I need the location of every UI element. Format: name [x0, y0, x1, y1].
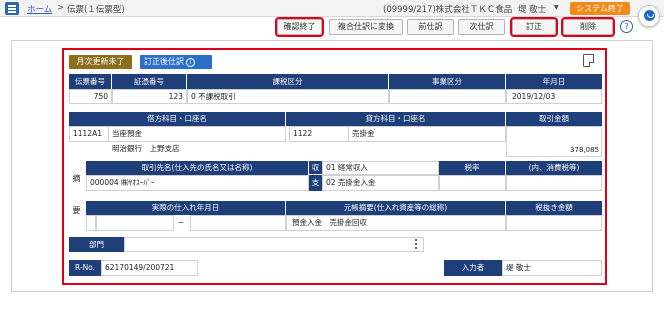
department-field[interactable]: [124, 237, 424, 252]
purchase-date-from-era[interactable]: [86, 215, 96, 231]
purchase-date-from[interactable]: [96, 215, 174, 231]
date-field[interactable]: 2019/12/03: [506, 89, 602, 104]
kind-out-label: 支: [309, 175, 322, 191]
prev-entry-button[interactable]: 前仕訳: [407, 19, 454, 35]
more-options-icon[interactable]: [412, 237, 420, 251]
company-name: (09999/217)株式会社ＴＫＣ食品: [383, 5, 513, 15]
evidence-no-header: 証憑番号: [112, 74, 187, 89]
date-header: 年月日: [506, 74, 602, 89]
consumption-tax-header: (内、消費税等): [506, 161, 602, 175]
entered-by-label: 入力者: [444, 260, 502, 276]
ledger-summary-header: 元帳摘要(仕入れ資産等の総称): [286, 201, 506, 215]
ledger-summary-field[interactable]: 預金入金 売掛金回収: [286, 215, 506, 231]
breadcrumb-home-link[interactable]: ホーム: [27, 3, 52, 15]
rno-label: R-No.: [69, 260, 101, 276]
rno-field: 62170149/200721: [101, 260, 198, 276]
corrected-entry-label: 訂正後仕訳: [144, 57, 184, 66]
date-range-separator: ~: [178, 218, 185, 227]
business-class-header: 事業区分: [389, 74, 506, 89]
excl-tax-field[interactable]: [506, 215, 602, 231]
summary-label-1: 摘: [69, 173, 84, 187]
user-name[interactable]: 堤 敬士: [518, 3, 546, 15]
purchase-date-to[interactable]: [190, 215, 286, 231]
consumption-tax-field[interactable]: [506, 175, 602, 191]
assistant-avatar-icon[interactable]: [638, 5, 660, 27]
correct-button[interactable]: 訂正: [510, 17, 558, 37]
amount-header: 取引金額: [506, 112, 602, 126]
tax-class-header: 課税区分: [187, 74, 389, 89]
memo-icon[interactable]: [583, 54, 594, 67]
corrected-entry-badge[interactable]: 訂正後仕訳 i: [140, 55, 212, 69]
department-label: 部門: [69, 237, 124, 252]
amount-value: 378,085: [570, 146, 599, 154]
business-class-field[interactable]: [389, 89, 506, 104]
kind-out-field[interactable]: 02 売掛金入金: [322, 175, 439, 191]
voucher-no-field[interactable]: 750: [69, 89, 112, 104]
chevron-down-icon[interactable]: ▼: [554, 4, 559, 11]
hamburger-menu-icon[interactable]: [5, 2, 19, 15]
purchase-date-header: 実際の仕入れ年月日: [86, 201, 286, 215]
tax-rate-field[interactable]: [439, 175, 506, 191]
tax-class-field[interactable]: 0 不課税取引: [187, 89, 389, 104]
excl-tax-header: 税抜き金額: [506, 201, 602, 215]
convert-compound-button[interactable]: 複合仕訳に変換: [329, 19, 403, 35]
confirm-end-button[interactable]: 確認終了: [275, 17, 324, 37]
debit-sub-account: 明治銀行 上野支店: [109, 142, 286, 157]
breadcrumb-current: 伝票(１伝票型): [67, 5, 125, 15]
evidence-no-field[interactable]: 123: [112, 89, 187, 104]
month-status-badge: 月次更新未了: [69, 55, 132, 69]
partner-header: 取引先名(仕入先の氏名又は名称): [86, 161, 309, 175]
voucher-no-header: 伝票番号: [69, 74, 112, 89]
system-end-button[interactable]: システム終了: [570, 2, 630, 15]
info-icon[interactable]: i: [186, 58, 195, 67]
next-entry-button[interactable]: 次仕訳: [458, 19, 505, 35]
entered-by-field: 堤 敬士: [502, 260, 602, 276]
credit-code-field[interactable]: 1122: [289, 126, 349, 142]
delete-button[interactable]: 削除: [561, 17, 615, 37]
debit-name: 当座預金: [109, 126, 286, 142]
kind-in-field[interactable]: 01 経常収入: [322, 161, 439, 175]
tax-rate-header: 税率: [439, 161, 506, 175]
voucher-form: 月次更新未了 訂正後仕訳 i 伝票番号 証憑番号 課税区分 事業区分 年月日 75…: [62, 48, 607, 285]
top-bar: ホーム > 伝票(１伝票型) (09999/217)株式会社ＴＫＣ食品 堤 敬士…: [0, 0, 664, 17]
partner-field[interactable]: 000004 ㈱ﾔｵｽｰﾊﾟｰ: [86, 175, 309, 191]
help-icon[interactable]: ?: [620, 20, 633, 33]
breadcrumb-separator: >: [57, 3, 65, 13]
kind-in-label: 収: [309, 161, 322, 175]
summary-label-2: 要: [69, 205, 84, 219]
debit-code-field[interactable]: 1112A1: [69, 126, 109, 142]
debit-account-header: 借方科目・口座名: [69, 112, 286, 126]
credit-name: 売掛金: [349, 126, 506, 142]
credit-account-header: 貸方科目・口座名: [286, 112, 506, 126]
